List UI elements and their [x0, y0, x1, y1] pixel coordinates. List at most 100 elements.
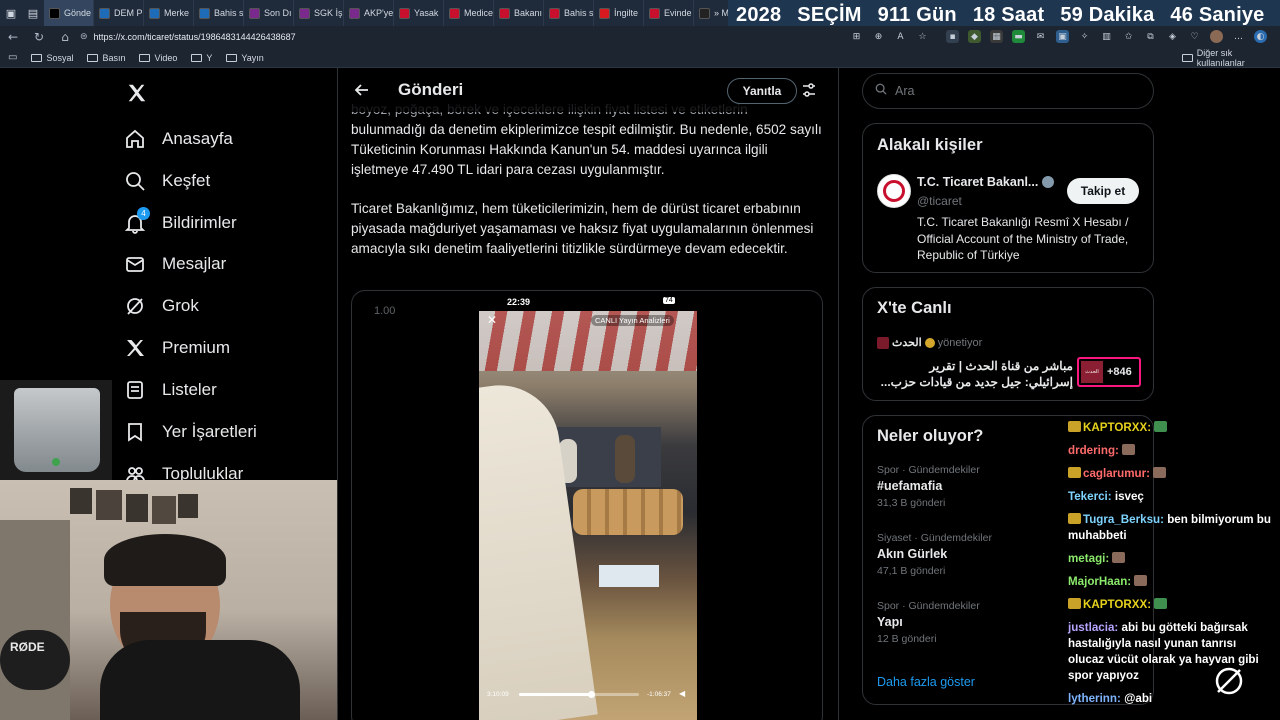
chat-message: MajorHaan: [1068, 574, 1274, 590]
page-title: Gönderi [398, 80, 464, 99]
bookmark-label: Y [206, 52, 213, 63]
extensions-puzzle-icon[interactable]: ✧ [1078, 30, 1091, 43]
live-text-line-1: مباشر من قناة الحدث | تقرير [929, 359, 1073, 373]
bookmark-label: Sosyal [46, 52, 74, 63]
sidebar-item-ke-fet[interactable]: Keşfet [124, 166, 210, 196]
browser-tab[interactable]: DEM P [94, 0, 144, 26]
browser-tab[interactable]: Bahis s [544, 0, 594, 26]
bookmark-folder[interactable]: Video [139, 53, 177, 63]
follow-button[interactable]: Takip et [1067, 178, 1139, 204]
bookmark-folder[interactable]: Sosyal [31, 53, 73, 63]
chat-message: Tekerci: isveç [1068, 489, 1274, 505]
trend-item[interactable]: Spor · Gündemdekiler #uefamafia 31,3 B gön… [877, 464, 1067, 509]
back-icon[interactable]: ← [0, 30, 26, 44]
read-aloud-icon[interactable]: A [894, 30, 907, 43]
video-seek-bar[interactable] [519, 691, 639, 698]
live-thumbnail[interactable]: الحدث +846 [1077, 357, 1141, 387]
extension-icon[interactable]: ▣ [1056, 30, 1069, 43]
account-handle[interactable]: @ticaret [917, 194, 962, 208]
x-logo-icon[interactable] [126, 82, 148, 104]
browser-tab[interactable]: Gönde [44, 0, 94, 26]
url-field[interactable]: ⊜ https://x.com/ticaret/status/198648314… [80, 28, 940, 46]
thumb-image: الحدث [1081, 361, 1103, 383]
extension-icon[interactable]: ✉ [1034, 30, 1047, 43]
show-more-link[interactable]: Daha fazla göster [877, 675, 975, 689]
sidebar-item-anasayfa[interactable]: Anasayfa [124, 124, 233, 154]
window-menu-icon[interactable]: ▣ [0, 0, 22, 26]
related-people-card: Alakalı kişiler T.C. Ticaret Bakanl... @… [862, 123, 1154, 273]
webcam-feed: RØDE [0, 480, 338, 720]
folder-icon [87, 53, 99, 62]
browser-tab[interactable]: İngilte [594, 0, 644, 26]
playback-speed[interactable]: 1.00 [374, 305, 395, 317]
browser-tab[interactable]: Evinde [644, 0, 694, 26]
extension-icon[interactable]: ◆ [968, 30, 981, 43]
search-input[interactable]: Ara [862, 73, 1154, 109]
other-bookmarks[interactable]: Diğer sık kullanılanlar [1182, 48, 1280, 68]
performance-icon[interactable]: ♡ [1188, 30, 1201, 43]
trend-item[interactable]: Spor · Gündemdekiler Yapı 12 B gönderi [877, 600, 1067, 645]
h-icon [299, 7, 310, 19]
favorite-star-icon[interactable]: ☆ [916, 30, 929, 43]
live-text[interactable]: مباشر من قناة الحدث | تقرير إسرائيلي: جي… [877, 358, 1073, 390]
sidebar-item-label: Anasayfa [162, 129, 233, 148]
split-screen-icon[interactable]: ▥ [1100, 30, 1113, 43]
home-icon[interactable]: ⌂ [52, 30, 78, 44]
news-icon [649, 7, 660, 19]
sidebar-item-listeler[interactable]: Listeler [124, 375, 217, 405]
favorites-icon[interactable]: ✩ [1122, 30, 1135, 43]
chat-message: KAPTORXX: [1068, 420, 1274, 436]
browser-tab[interactable]: Bakanı [494, 0, 544, 26]
chat-badge-icon [1068, 421, 1081, 432]
tab-label: Medice [464, 8, 494, 18]
sidebar-item-premium[interactable]: Premium [124, 333, 230, 363]
sidebar-item-yer-i-aretleri[interactable]: Yer İşaretleri [124, 417, 257, 447]
countdown-hours: 18 Saat [972, 3, 1045, 26]
bookmark-folder[interactable]: Y [191, 53, 212, 63]
chat-message: Tugra_Berksu: ben bilmiyorum bu muhabbet… [1068, 512, 1274, 544]
extension-icon[interactable]: ▦ [990, 30, 1003, 43]
copilot-icon[interactable]: ◐ [1254, 30, 1267, 43]
reply-button[interactable]: Yanıtla [727, 78, 797, 104]
volume-icon[interactable]: ◀ [679, 689, 685, 698]
post-video[interactable]: 1.00 22:39 74 ✕ CANLI Yayın Analizleri 3… [351, 290, 823, 720]
status-time: 22:39 [507, 297, 531, 307]
reload-icon[interactable]: ↻ [26, 30, 52, 44]
collections-icon[interactable]: ⧉ [1144, 30, 1157, 43]
tab-actions-icon[interactable]: ▤ [22, 0, 44, 26]
browser-tab[interactable]: Bahis s [194, 0, 244, 26]
sidebar-item-grok[interactable]: Grok [124, 291, 199, 321]
profile-avatar[interactable] [1210, 30, 1223, 43]
back-arrow-icon[interactable] [352, 80, 372, 100]
bookmark-folder[interactable]: Yayın [226, 53, 264, 63]
mic-brand-label: RØDE [10, 640, 45, 654]
browser-tab[interactable]: SGK İşl [294, 0, 344, 26]
extension-icon[interactable]: ▬ [1012, 30, 1025, 43]
chat-message: KAPTORXX: [1068, 597, 1274, 613]
bookmark-folder[interactable]: Basın [87, 53, 125, 63]
trend-item[interactable]: Siyaset · Gündemdekiler Akın Gürlek 47,1 B… [877, 532, 1067, 577]
video-seek-thumb[interactable] [588, 691, 595, 698]
extension-icon[interactable]: ▪ [946, 30, 959, 43]
avatar[interactable] [877, 174, 911, 208]
news-icon [399, 7, 410, 19]
sliders-icon[interactable] [801, 82, 817, 98]
browser-tab[interactable]: AKP'ye [344, 0, 394, 26]
sidebar-item-mesajlar[interactable]: Mesajlar [124, 249, 226, 279]
trend-count: 47,1 B gönderi [877, 565, 946, 577]
reading-list-icon[interactable]: ▭ [8, 52, 17, 63]
browser-tab[interactable]: Medice [444, 0, 494, 26]
video-close-icon[interactable]: ✕ [487, 313, 497, 327]
trend-context: Spor · Gündemdekiler [877, 464, 980, 476]
bookmark-icon [124, 421, 146, 443]
account-name[interactable]: T.C. Ticaret Bakanl... [917, 175, 1055, 189]
x-icon [49, 7, 60, 19]
shield-icon[interactable]: ◈ [1166, 30, 1179, 43]
settings-more-icon[interactable]: … [1232, 30, 1245, 43]
zoom-icon[interactable]: ⊕ [872, 30, 885, 43]
browser-tab[interactable]: Merke [144, 0, 194, 26]
install-app-icon[interactable]: ⊞ [850, 30, 863, 43]
browser-tab[interactable]: Yasak [394, 0, 444, 26]
browser-tab[interactable]: Son Dı [244, 0, 294, 26]
site-info-icon[interactable]: ⊜ [80, 32, 88, 42]
